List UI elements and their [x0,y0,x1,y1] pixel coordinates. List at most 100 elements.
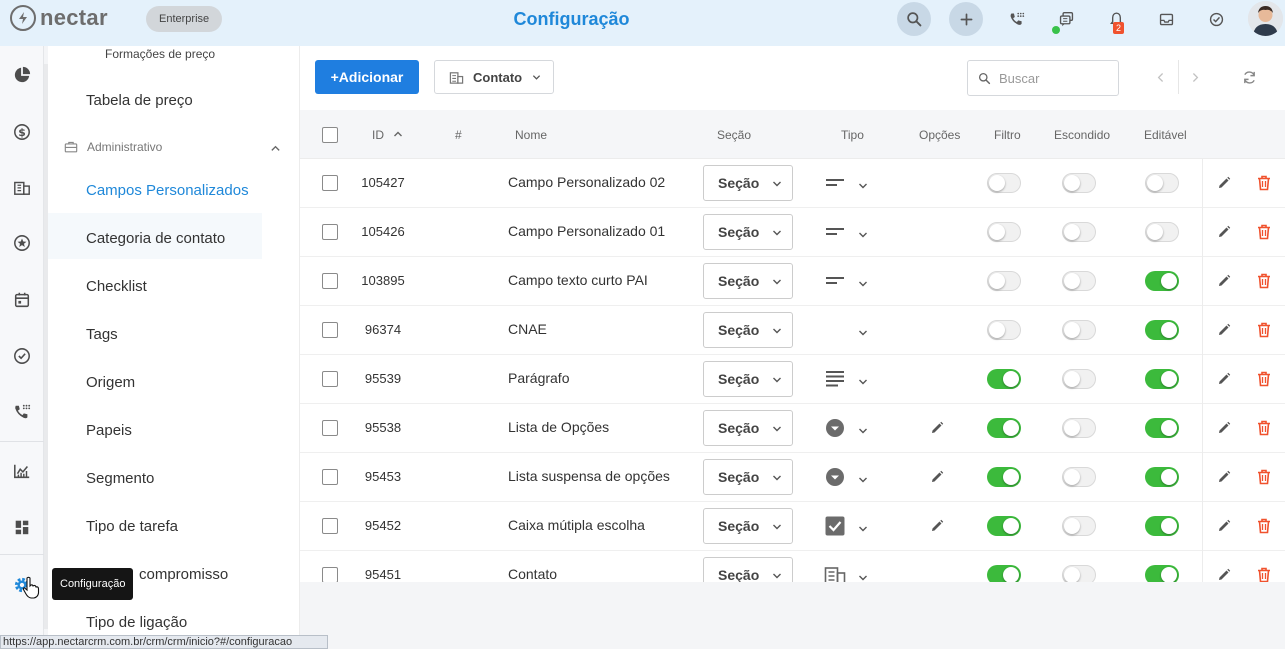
row-checkbox[interactable] [322,273,338,289]
subnav-item-papeis[interactable]: Papeis [86,422,132,439]
editable-toggle[interactable] [1145,418,1179,438]
edit-row-icon[interactable] [1217,323,1231,337]
row-checkbox[interactable] [322,371,338,387]
subnav-item-categoria-contato[interactable]: Categoria de contato [86,230,225,247]
phone-button[interactable] [999,2,1033,36]
section-select[interactable]: Seção [703,165,793,201]
table-row[interactable]: 95451 Contato Seção [300,551,1285,582]
edit-row-icon[interactable] [1217,225,1231,239]
section-select[interactable]: Seção [703,214,793,250]
hidden-toggle[interactable] [1062,565,1096,582]
chat-button[interactable] [1049,2,1083,36]
hidden-toggle[interactable] [1062,173,1096,193]
section-select[interactable]: Seção [703,508,793,544]
field-type-select[interactable] [824,416,874,440]
subnav-item-tabela-preco[interactable]: Tabela de preço [86,92,193,109]
nav-calendar[interactable] [11,289,33,311]
nav-favorites[interactable] [11,232,33,254]
editable-toggle[interactable] [1145,565,1179,582]
subnav-item-checklist[interactable]: Checklist [86,278,147,295]
editable-toggle[interactable] [1145,173,1179,193]
notifications-button[interactable]: 2 [1099,2,1133,36]
entity-selector[interactable]: Contato [434,60,554,94]
table-row[interactable]: 105426 Campo Personalizado 01 Seção [300,208,1285,257]
hidden-toggle[interactable] [1062,467,1096,487]
hidden-toggle[interactable] [1062,418,1096,438]
nav-sales[interactable]: $ [11,121,33,143]
editable-toggle[interactable] [1145,320,1179,340]
add-button[interactable]: +Adicionar [315,60,419,94]
subnav-item-campos-personalizados[interactable]: Campos Personalizados [86,182,249,199]
edit-row-icon[interactable] [1217,176,1231,190]
user-avatar[interactable] [1248,1,1283,36]
section-select[interactable]: Seção [703,312,793,348]
edit-options-icon[interactable] [930,519,944,533]
editable-toggle[interactable] [1145,467,1179,487]
section-select[interactable]: Seção [703,410,793,446]
field-type-select[interactable] [824,367,874,391]
next-page-button[interactable] [1186,68,1204,86]
refresh-button[interactable] [1240,68,1258,86]
edit-row-icon[interactable] [1217,470,1231,484]
field-type-select[interactable] [824,171,874,195]
nav-widgets[interactable] [11,516,33,538]
hidden-toggle[interactable] [1062,222,1096,242]
delete-row-icon[interactable] [1257,469,1271,485]
edit-row-icon[interactable] [1217,519,1231,533]
nav-companies[interactable] [11,176,33,198]
editable-toggle[interactable] [1145,516,1179,536]
row-checkbox[interactable] [322,420,338,436]
hidden-toggle[interactable] [1062,320,1096,340]
filter-toggle[interactable] [987,565,1021,582]
subnav-item-tipo-ligacao[interactable]: Tipo de ligação [86,614,187,631]
search-input[interactable] [999,70,1109,86]
subnav-item-tipo-tarefa[interactable]: Tipo de tarefa [86,518,178,535]
subnav-item-segmento[interactable]: Segmento [86,470,154,487]
filter-toggle[interactable] [987,320,1021,340]
previous-page-button[interactable] [1152,68,1170,86]
delete-row-icon[interactable] [1257,371,1271,387]
global-search-button[interactable] [897,2,931,36]
row-checkbox[interactable] [322,469,338,485]
row-checkbox[interactable] [322,518,338,534]
table-row[interactable]: 95539 Parágrafo Seção [300,355,1285,404]
nav-dashboard[interactable] [11,64,33,86]
subnav-item-tags[interactable]: Tags [86,326,118,343]
field-type-select[interactable] [824,318,874,342]
subnav-item-origem[interactable]: Origem [86,374,135,391]
editable-toggle[interactable] [1145,369,1179,389]
chevron-up-icon[interactable] [270,143,281,154]
section-select[interactable]: Seção [703,263,793,299]
edit-options-icon[interactable] [930,470,944,484]
edit-row-icon[interactable] [1217,274,1231,288]
table-row[interactable]: 105427 Campo Personalizado 02 Seção [300,159,1285,208]
filter-toggle[interactable] [987,418,1021,438]
table-row[interactable]: 103895 Campo texto curto PAI Seção [300,257,1285,306]
delete-row-icon[interactable] [1257,273,1271,289]
field-type-select[interactable] [824,514,874,538]
table-row[interactable]: 96374 CNAE Seção [300,306,1285,355]
nav-calls[interactable] [11,401,33,423]
edit-row-icon[interactable] [1217,421,1231,435]
row-checkbox[interactable] [322,175,338,191]
nav-tasks[interactable] [11,345,33,367]
field-type-select[interactable] [824,269,874,293]
table-row[interactable]: 95538 Lista de Opções Seção [300,404,1285,453]
row-checkbox[interactable] [322,567,338,582]
edit-row-icon[interactable] [1217,568,1231,582]
subnav-item-compromisso[interactable]: compromisso [139,566,228,583]
quick-add-button[interactable] [949,2,983,36]
edit-options-icon[interactable] [930,421,944,435]
tasks-button[interactable] [1199,2,1233,36]
edit-row-icon[interactable] [1217,372,1231,386]
hidden-toggle[interactable] [1062,369,1096,389]
section-select[interactable]: Seção [703,361,793,397]
select-all-checkbox[interactable] [322,127,338,143]
delete-row-icon[interactable] [1257,175,1271,191]
table-row[interactable]: 95452 Caixa mútipla escolha Seção [300,502,1285,551]
delete-row-icon[interactable] [1257,224,1271,240]
hidden-toggle[interactable] [1062,516,1096,536]
delete-row-icon[interactable] [1257,518,1271,534]
delete-row-icon[interactable] [1257,322,1271,338]
section-select[interactable]: Seção [703,557,793,582]
